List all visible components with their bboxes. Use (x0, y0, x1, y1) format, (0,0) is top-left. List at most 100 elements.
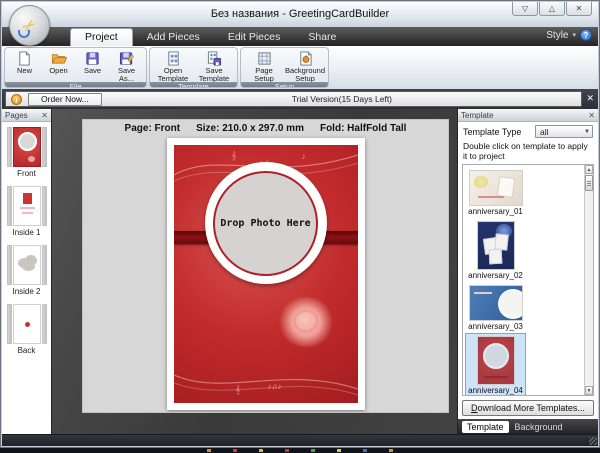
page-thumbnail-back[interactable] (13, 304, 41, 344)
template-hint-text: Double click on template to apply it to … (458, 140, 598, 164)
scroll-up-icon[interactable]: ▲ (585, 165, 593, 174)
save-button-label: Save (84, 67, 101, 75)
download-button-label: Download More Templates... (463, 401, 593, 415)
drop-photo-text: Drop Photo Here (220, 218, 310, 229)
page-item-label: Inside 2 (2, 287, 51, 296)
close-button[interactable]: ✕ (566, 2, 592, 16)
new-button-label: New (17, 67, 32, 75)
save-template-button[interactable]: Save Template (194, 49, 234, 82)
thumb-holder-bar (42, 127, 47, 167)
music-flourish-bottom (174, 361, 358, 403)
background-setup-button-label: Background Setup (285, 67, 325, 82)
open-template-button[interactable]: Open Template (153, 49, 193, 82)
help-icon[interactable]: ? (580, 29, 592, 41)
group-label-setup: Setup (241, 82, 328, 88)
group-label-file: File (5, 82, 146, 88)
page-item-back[interactable]: Back (2, 304, 51, 358)
page-setup-button-label: Page Setup (245, 67, 283, 82)
new-button[interactable]: New (8, 49, 41, 75)
photo-placeholder-frame[interactable]: Drop Photo Here (205, 162, 327, 284)
resize-grip[interactable] (589, 437, 597, 445)
pages-close-icon[interactable]: ✕ (41, 111, 48, 120)
title-bar[interactable]: ✂ Без названия - GreetingCardBuilder ▽ △… (2, 2, 598, 27)
card-front-design[interactable]: 𝄞 ♪♫ ♪ Drop Photo Here (174, 145, 358, 403)
thumb-holder-bar (7, 304, 12, 344)
tab-project[interactable]: Project (70, 28, 133, 46)
save-as-button[interactable]: Save As... (110, 49, 143, 82)
template-thumbnail (478, 222, 514, 269)
ribbon-group-file: New Open Save (4, 47, 147, 88)
music-note-icon: 𝄞 (236, 385, 241, 395)
tab-add-pieces[interactable]: Add Pieces (133, 29, 214, 46)
info-icon: i (11, 94, 22, 105)
template-scrollbar[interactable]: ▲ ▼ (584, 165, 593, 395)
page-item-label: Inside 1 (2, 228, 51, 237)
tab-edit-pieces[interactable]: Edit Pieces (214, 29, 295, 46)
canvas-header: Page: Front Size: 210.0 x 297.0 mm Fold:… (83, 120, 448, 134)
thumb-holder-bar (42, 245, 47, 285)
download-more-templates-button[interactable]: Download More Templates... (462, 400, 594, 416)
template-item-label: anniversary_01 (468, 207, 523, 216)
page-thumbnail-inside2[interactable] (13, 245, 41, 285)
rose-image (278, 297, 334, 347)
template-item-selected[interactable]: anniversary_04 (465, 333, 526, 396)
window-title: Без названия - GreetingCardBuilder (2, 2, 598, 27)
scroll-down-icon[interactable]: ▼ (585, 386, 593, 395)
save-icon (85, 50, 100, 66)
pages-panel-title: Pages (5, 111, 28, 120)
design-canvas[interactable]: Page: Front Size: 210.0 x 297.0 mm Fold:… (52, 109, 457, 434)
template-list[interactable]: anniversary_01 anniversary_02 anniversar… (462, 164, 594, 396)
open-template-icon (166, 50, 181, 66)
template-item[interactable]: anniversary_01 (465, 167, 526, 218)
minimize-button[interactable]: ▽ (512, 2, 538, 16)
thumb-holder-bar (42, 186, 47, 226)
trial-bar: i Order Now... Trial Version(15 Days Lef… (5, 91, 582, 107)
tab-template[interactable]: Template (462, 421, 509, 433)
template-item[interactable]: anniversary_02 (465, 218, 526, 282)
open-button[interactable]: Open (42, 49, 75, 75)
page-item-label: Back (2, 346, 51, 355)
template-item-label: anniversary_03 (468, 322, 523, 331)
music-note-icon: 𝄞 (232, 151, 237, 161)
tab-background[interactable]: Background (515, 422, 563, 432)
style-dropdown[interactable]: Style (546, 30, 568, 41)
page-item-front[interactable]: Front (2, 127, 51, 181)
tab-share[interactable]: Share (294, 29, 350, 46)
canvas-workarea[interactable]: Page: Front Size: 210.0 x 297.0 mm Fold:… (82, 119, 449, 413)
scrollbar-thumb[interactable] (585, 175, 593, 191)
trial-bar-container: i Order Now... Trial Version(15 Days Lef… (2, 89, 598, 109)
page-item-inside1[interactable]: Inside 1 (2, 186, 51, 240)
template-thumbnail (478, 337, 514, 384)
group-label-template: Template (150, 82, 237, 88)
page-item-label: Front (2, 169, 51, 178)
template-panel: Template ✕ Template Type all ▼ Double cl… (457, 109, 598, 434)
maximize-button[interactable]: △ (539, 2, 565, 16)
page-item-inside2[interactable]: Inside 2 (2, 245, 51, 299)
trial-close-icon[interactable]: ✕ (586, 94, 594, 103)
photo-placeholder[interactable]: Drop Photo Here (213, 171, 318, 276)
background-setup-icon (298, 50, 313, 66)
canvas-fold-info: Fold: HalfFold Tall (320, 123, 406, 134)
template-thumbnail (470, 171, 522, 205)
music-note-icon: ♪♫♪ (268, 382, 282, 391)
save-template-icon (206, 50, 222, 66)
ribbon-tab-row: Project Add Pieces Edit Pieces Share Sty… (2, 27, 598, 46)
open-button-label: Open (49, 67, 67, 75)
template-item-label: anniversary_04 (468, 386, 523, 395)
order-now-button[interactable]: Order Now... (28, 93, 102, 106)
page-setup-button[interactable]: Page Setup (244, 49, 284, 82)
background-setup-button[interactable]: Background Setup (285, 49, 325, 82)
template-type-value: all (540, 127, 549, 137)
card-page[interactable]: 𝄞 ♪♫ ♪ Drop Photo Here (167, 138, 365, 410)
save-button[interactable]: Save (76, 49, 109, 75)
thumb-holder-bar (42, 304, 47, 344)
template-close-icon[interactable]: ✕ (588, 111, 595, 120)
chevron-down-icon: ▾ (572, 31, 576, 39)
template-item[interactable]: anniversary_03 (465, 282, 526, 333)
app-logo-icon[interactable]: ✂ (9, 5, 50, 46)
template-type-dropdown[interactable]: all ▼ (535, 125, 593, 138)
music-note-icon: ♪ (302, 152, 306, 161)
page-thumbnail-front[interactable] (13, 127, 41, 167)
template-thumbnail (470, 286, 522, 320)
page-thumbnail-inside1[interactable] (13, 186, 41, 226)
